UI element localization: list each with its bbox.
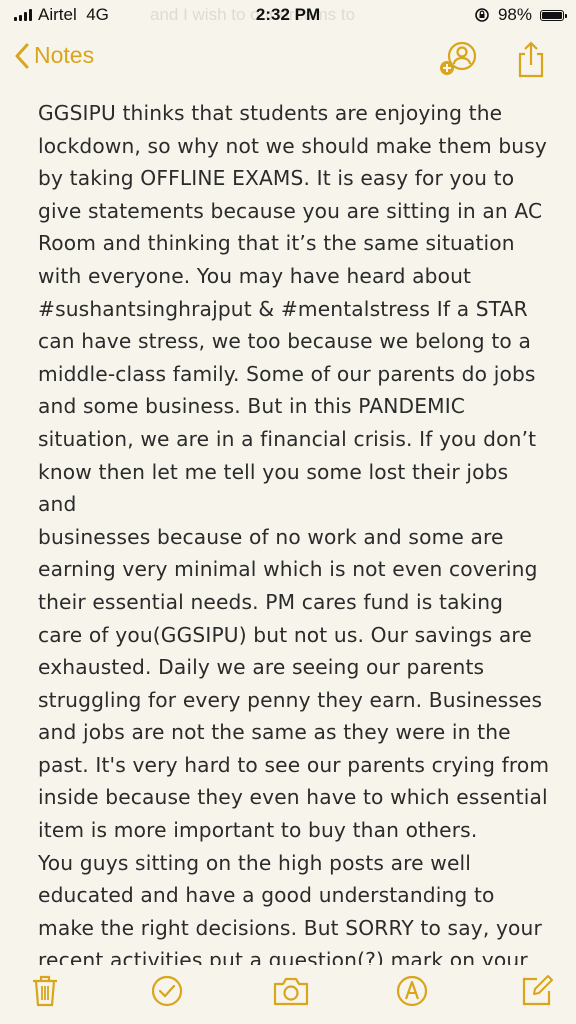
note-line: exhausted. Daily we are seeing our paren… (38, 655, 485, 680)
nav-bar: Notes (0, 34, 576, 84)
note-line: educated and have a good understanding t… (38, 883, 495, 908)
share-icon[interactable] (515, 40, 547, 80)
note-line: struggling for every penny they earn. Bu… (38, 687, 543, 712)
battery-percent: 98% (497, 5, 532, 24)
note-line: lockdown, so why not we should make them… (38, 133, 548, 158)
battery-fill (542, 11, 562, 19)
note-line: past. It's very hard to see our parents … (38, 752, 550, 777)
back-button[interactable]: Notes (14, 42, 94, 69)
note-line: care of you(GGSIPU) but not us. Our savi… (38, 622, 532, 647)
battery-icon (540, 9, 567, 21)
note-line: can have stress, we too because we belon… (38, 329, 531, 354)
note-line: and jobs are not the same as they were i… (38, 720, 511, 745)
status-right: 98% (474, 5, 567, 25)
note-line: Room and thinking that it’s the same sit… (38, 231, 515, 256)
back-label: Notes (34, 42, 95, 68)
add-people-icon[interactable] (438, 40, 480, 80)
note-body[interactable]: GGSIPU thinks that students are enjoying… (38, 97, 550, 965)
note-line: inside because they even have to which e… (38, 785, 548, 810)
checklist-icon[interactable] (150, 974, 184, 1008)
note-line: their essential needs. PM cares fund is … (38, 589, 504, 614)
markup-icon[interactable] (395, 974, 429, 1008)
note-line: item is more important to buy than other… (38, 818, 478, 843)
note-line: recent activities put a question(?) mark… (38, 948, 528, 965)
note-line: know then let me tell you some lost thei… (38, 459, 515, 517)
bottom-toolbar (0, 964, 576, 1024)
compose-icon[interactable] (520, 974, 554, 1008)
note-line: by taking OFFLINE EXAMS. It is easy for … (38, 166, 515, 191)
note-line: make the right decisions. But SORRY to s… (38, 915, 542, 940)
orientation-lock-icon (475, 8, 489, 22)
note-line: middle-class family. Some of our parents… (38, 361, 536, 386)
status-bar: and I wish to our dreams to Airtel 4G 2:… (0, 0, 576, 30)
note-line: businesses because of no work and some a… (38, 524, 504, 549)
note-line: situation, we are in a financial crisis.… (38, 426, 537, 451)
chevron-left-icon (15, 43, 29, 68)
trash-icon[interactable] (30, 974, 60, 1008)
note-line: with everyone. You may have heard about (38, 263, 472, 288)
note-line: GGSIPU thinks that students are enjoying… (38, 101, 503, 125)
note-line: earning very minimal which is not even c… (38, 557, 538, 582)
note-line: give statements because you are sitting … (38, 198, 543, 223)
camera-icon[interactable] (272, 974, 310, 1008)
note-line: #sushantsinghrajput & #mentalstress If a… (38, 296, 528, 321)
note-line: You guys sitting on the high posts are w… (38, 850, 472, 875)
note-line: and some business. But in this PANDEMIC (38, 394, 466, 419)
